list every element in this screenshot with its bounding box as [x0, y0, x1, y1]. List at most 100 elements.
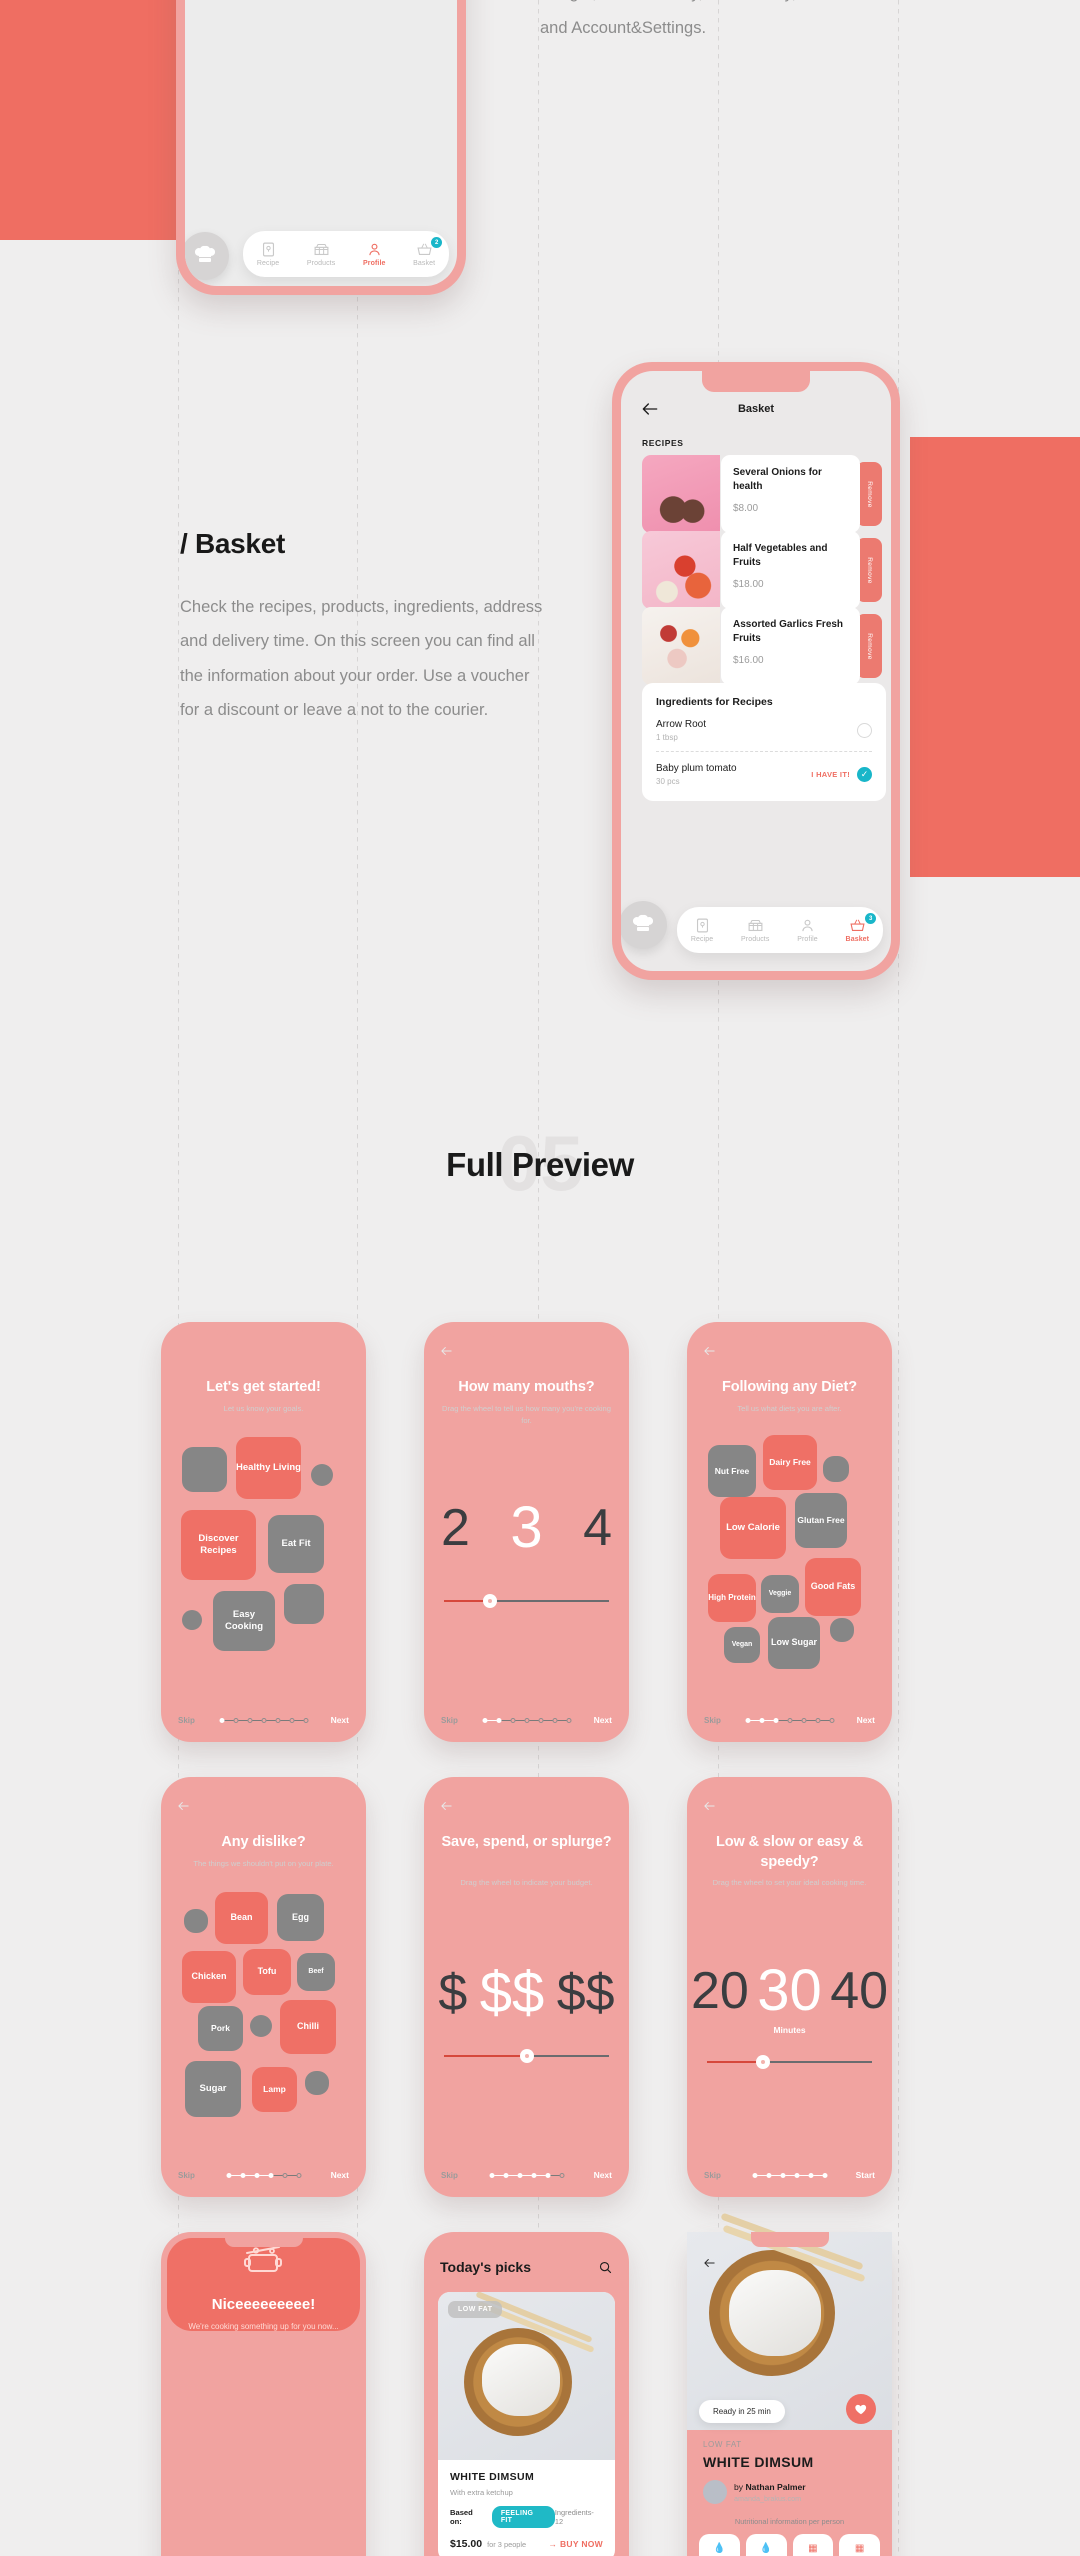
step-dots: [752, 2172, 827, 2178]
bottom-navigation[interactable]: Recipe Products Profile: [243, 231, 449, 277]
nav-label: Basket: [845, 936, 870, 943]
slider-knob[interactable]: [483, 1594, 498, 1608]
recipe-card[interactable]: LOW FAT WHITE DIMSUM With extra ketchup …: [438, 2292, 615, 2556]
chip-veggie[interactable]: Veggie: [761, 1575, 799, 1613]
next-button[interactable]: Next: [331, 1715, 349, 1725]
chip-egg[interactable]: Egg: [277, 1894, 324, 1941]
recipe-card[interactable]: Assorted Garlics Fresh Fruits $16.00: [642, 607, 860, 685]
chip-good-fats[interactable]: Good Fats: [805, 1558, 861, 1616]
author-block[interactable]: by Nathan Palmer amanda_brakus.com: [703, 2480, 806, 2504]
chip-low-calorie[interactable]: Low Calorie: [720, 1497, 786, 1559]
ingredient-row[interactable]: Arrow Root 1 tbsp: [656, 708, 872, 752]
chip-beef[interactable]: Beef: [297, 1953, 335, 1991]
bottom-navigation[interactable]: Recipe Products Profile: [677, 907, 883, 953]
skip-button[interactable]: Skip: [178, 1716, 195, 1725]
chip-label: Beef: [308, 1967, 324, 1975]
basket-recipe-row[interactable]: Remove Half Vegetables and Fruits $18.00: [642, 531, 882, 609]
ingredient-checkbox[interactable]: ✓: [857, 767, 872, 782]
wheel-value: 3: [510, 1495, 543, 1560]
nav-item-profile[interactable]: Profile: [797, 917, 818, 943]
nav-item-products[interactable]: Products: [307, 241, 335, 267]
buy-now-button[interactable]: → BUY NOW: [549, 2539, 604, 2549]
chip-pork[interactable]: Pork: [198, 2006, 243, 2051]
recipe-thumbnail: [642, 531, 720, 609]
chip-label: Vegan: [731, 1640, 753, 1648]
basket-recipe-row[interactable]: Remove Several Onions for health $8.00: [642, 455, 882, 533]
budget-wheel[interactable]: $ $$ $$: [424, 1959, 629, 2026]
chip-label: Discover Recipes: [198, 1533, 239, 1556]
arrow-left-icon[interactable]: [438, 1799, 455, 1813]
value-slider[interactable]: [707, 2055, 872, 2069]
chip-glutan-free[interactable]: Glutan Free: [795, 1493, 847, 1548]
chip-bean[interactable]: Bean: [215, 1892, 268, 1944]
drop-icon: 💧: [759, 2543, 773, 2554]
arrow-left-icon[interactable]: [701, 1344, 718, 1358]
value-slider[interactable]: [444, 1594, 609, 1608]
recipe-book-icon: [262, 242, 274, 257]
nav-item-products[interactable]: Products: [741, 917, 769, 943]
arrow-left-icon[interactable]: [701, 2256, 718, 2270]
chip-discover-recipes[interactable]: Discover Recipes: [181, 1510, 256, 1580]
recipe-image: LOW FAT: [438, 2292, 615, 2460]
screen-footer: Skip Next: [161, 1715, 366, 1725]
ingredients-title: Ingredients for Recipes: [656, 696, 773, 708]
chip-vegan[interactable]: Vegan: [724, 1627, 760, 1663]
chef-hat-fab[interactable]: [185, 232, 229, 280]
time-wheel[interactable]: 20 30 40: [687, 1957, 892, 2024]
next-button[interactable]: Next: [331, 2170, 349, 2180]
search-icon[interactable]: [598, 2260, 613, 2275]
skip-button[interactable]: Skip: [441, 1716, 458, 1725]
basket-recipe-row[interactable]: Remove Assorted Garlics Fresh Fruits $16…: [642, 607, 882, 685]
recipe-card[interactable]: Several Onions for health $8.00: [642, 455, 860, 533]
arrow-left-icon[interactable]: [701, 1799, 718, 1813]
chip-sugar[interactable]: Sugar: [185, 2061, 241, 2117]
nav-item-profile[interactable]: Profile: [363, 241, 385, 267]
next-button[interactable]: Next: [857, 1715, 875, 1725]
phone-notch: [750, 2232, 829, 2247]
chip-easy-cooking[interactable]: Easy Cooking: [213, 1591, 275, 1651]
profile-person-icon: [369, 243, 380, 256]
value-slider[interactable]: [444, 2049, 609, 2063]
recipe-info: Assorted Garlics Fresh Fruits $16.00: [721, 607, 860, 685]
skip-button[interactable]: Skip: [441, 2171, 458, 2180]
wheel-prev-value: $: [438, 1963, 468, 2022]
start-button[interactable]: Start: [856, 2170, 875, 2180]
chip-chicken[interactable]: Chicken: [182, 1951, 236, 2003]
chip-low-sugar[interactable]: Low Sugar: [768, 1617, 820, 1669]
nav-item-recipe[interactable]: Recipe: [257, 241, 279, 267]
slider-knob[interactable]: [519, 2049, 534, 2063]
chip-lamp[interactable]: Lamp: [252, 2067, 297, 2112]
nav-item-recipe[interactable]: Recipe: [691, 917, 713, 943]
skip-button[interactable]: Skip: [178, 2171, 195, 2180]
next-button[interactable]: Next: [594, 2170, 612, 2180]
arrow-left-icon[interactable]: [438, 1344, 455, 1358]
next-button[interactable]: Next: [594, 1715, 612, 1725]
chip-chilli[interactable]: Chilli: [280, 2000, 336, 2054]
ingredient-row[interactable]: Baby plum tomato 30 pcs I HAVE IT! ✓: [656, 752, 872, 795]
chip-tofu[interactable]: Tofu: [243, 1949, 291, 1995]
chip-placeholder: [182, 1610, 202, 1630]
chip-nut-free[interactable]: Nut Free: [708, 1445, 756, 1497]
favorite-button[interactable]: [846, 2394, 876, 2424]
chef-hat-fab[interactable]: [621, 901, 667, 949]
based-on-pill[interactable]: FEELING FIT: [491, 2506, 555, 2528]
nav-item-basket[interactable]: 3 Basket: [845, 913, 877, 943]
basket-icon: [850, 919, 865, 932]
recipe-card[interactable]: Half Vegetables and Fruits $18.00: [642, 531, 860, 609]
nav-item-basket[interactable]: 2 Basket: [413, 237, 443, 267]
skip-button[interactable]: Skip: [704, 2171, 721, 2180]
arrow-left-icon[interactable]: [640, 399, 660, 419]
skip-button[interactable]: Skip: [704, 1716, 721, 1725]
slider-knob[interactable]: [756, 2055, 771, 2069]
chip-placeholder: [823, 1456, 849, 1482]
number-wheel[interactable]: 2 3 4: [424, 1494, 629, 1561]
ingredient-checkbox[interactable]: [857, 723, 872, 738]
chip-dairy-free[interactable]: Dairy Free: [763, 1435, 817, 1490]
chip-high-protein[interactable]: High Protein: [708, 1574, 756, 1622]
screen-footer: Skip Next: [687, 1715, 892, 1725]
chip-eat-fit[interactable]: Eat Fit: [268, 1515, 324, 1573]
screen-subtitle: Tell us what diets you are after.: [737, 1404, 842, 1413]
arrow-left-icon[interactable]: [175, 1799, 192, 1813]
phone-notch: [487, 1322, 566, 1337]
chip-healthy-living[interactable]: Healthy Living: [236, 1437, 301, 1499]
